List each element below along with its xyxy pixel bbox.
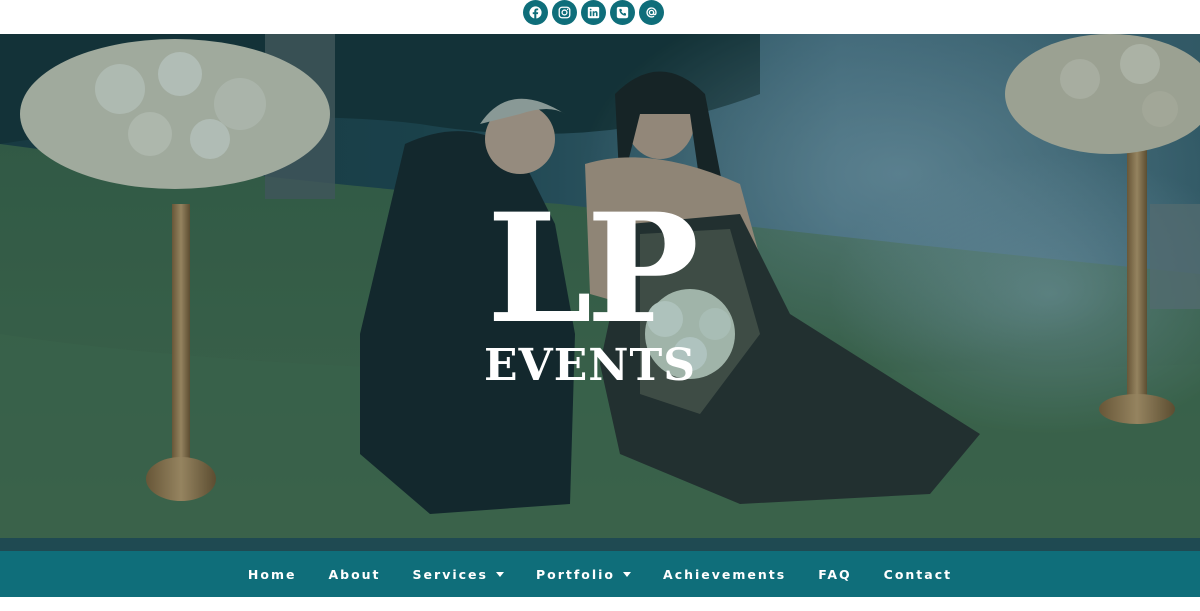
nav-item-services[interactable]: Services — [413, 567, 504, 582]
linkedin-link[interactable] — [581, 0, 606, 25]
chevron-down-icon[interactable] — [623, 571, 632, 577]
facebook-icon — [529, 6, 542, 19]
nav-item-faq[interactable]: FAQ — [818, 567, 851, 582]
phone-link[interactable] — [610, 0, 635, 25]
instagram-link[interactable] — [552, 0, 577, 25]
nav-item-label: FAQ — [818, 566, 852, 582]
nav-item-label: About — [328, 566, 381, 582]
site-logo[interactable]: LP EVENTS — [460, 194, 720, 388]
nav-item-label: Home — [247, 566, 297, 582]
logo-wordmark: EVENTS — [484, 340, 696, 391]
email-at-icon — [646, 7, 657, 18]
nav-item-label: Achievements — [663, 566, 787, 582]
email-link[interactable] — [639, 0, 664, 25]
nav-item-label: Contact — [883, 566, 953, 582]
nav-item-portfolio[interactable]: Portfolio — [535, 566, 632, 582]
instagram-icon — [558, 6, 571, 19]
phone-icon — [616, 6, 629, 19]
logo-monogram: LP — [486, 181, 699, 357]
hero-banner: LP EVENTS — [0, 34, 1200, 551]
nav-item-home[interactable]: Home — [248, 567, 297, 582]
facebook-link[interactable] — [523, 0, 548, 25]
social-topbar — [0, 0, 1200, 34]
chevron-down-icon[interactable] — [495, 571, 504, 577]
nav-item-about[interactable]: About — [328, 567, 380, 582]
nav-item-achievements[interactable]: Achievements — [663, 567, 786, 582]
hero-bottom-strip — [0, 538, 1200, 551]
nav-item-label: Services — [412, 566, 488, 582]
main-nav: Home About Services Portfolio Achievemen… — [0, 551, 1200, 597]
social-links — [523, 0, 664, 25]
linkedin-icon — [587, 6, 600, 19]
nav-item-label: Portfolio — [535, 566, 616, 582]
nav-item-contact[interactable]: Contact — [884, 567, 952, 582]
